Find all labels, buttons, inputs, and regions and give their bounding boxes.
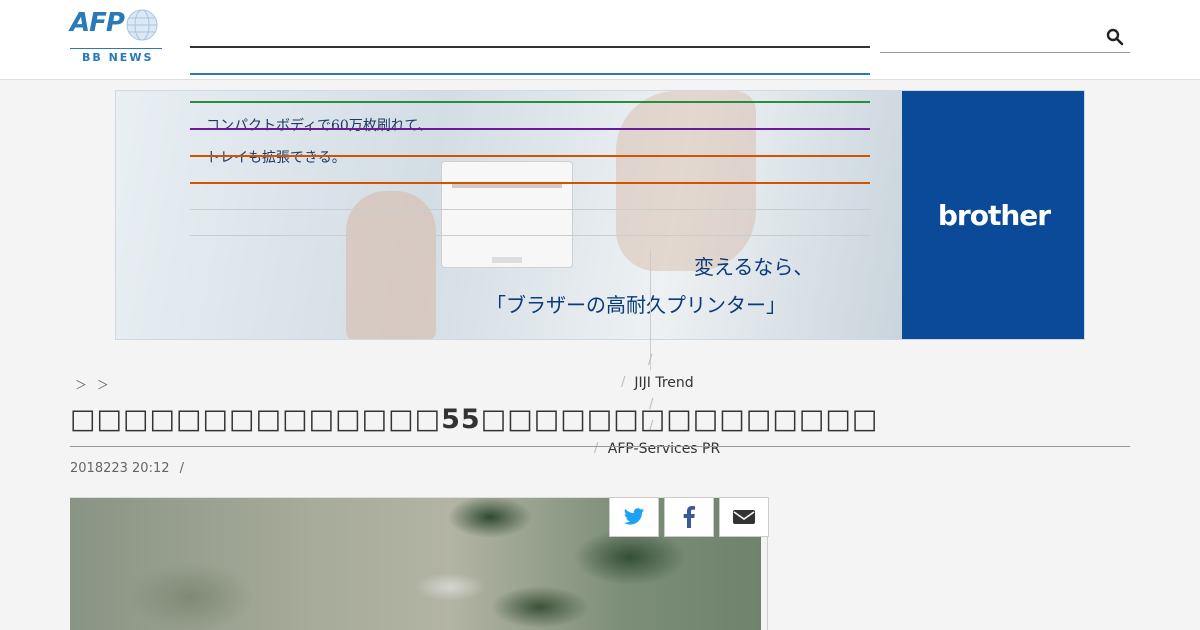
ad-copy-line2: トレイも拡張できる。 <box>206 150 346 166</box>
article-date-sep: / <box>179 461 185 476</box>
ad-printer-image <box>441 161 573 268</box>
menu-line-green <box>190 101 870 103</box>
logo-afp-text: AFP <box>70 8 125 38</box>
menu-item-jiji-trend[interactable]: JIJI Trend <box>559 375 769 391</box>
email-icon <box>733 510 755 524</box>
article-title: □□□□□□□□□□□□□□55□□□□□□□□□□□□□□□ <box>70 404 879 435</box>
menu-line-orange-2 <box>190 182 870 184</box>
brother-logo: brother <box>937 199 1051 232</box>
facebook-icon <box>683 506 695 528</box>
nav-bar-line <box>190 46 870 48</box>
ad-brand-panel: brother <box>902 91 1084 339</box>
ad-hand-left <box>346 191 436 339</box>
ad-copy-line1: コンパクトボディで60万枚刷れて、 <box>206 118 432 134</box>
menu-line-grey-1 <box>190 209 870 210</box>
breadcrumb-sep-2: ＞ <box>96 378 109 392</box>
menu-item-afp-services-pr[interactable]: AFP-Services PR <box>559 441 769 457</box>
breadcrumb: ＞ ＞ <box>75 376 109 393</box>
search-icon[interactable] <box>1106 28 1124 46</box>
menu-vertical-rule <box>650 250 651 370</box>
search-input[interactable] <box>880 22 1104 52</box>
ad-tagline2: 「ブラザーの高耐久プリンター」 <box>486 293 786 317</box>
ad-tagline1: 変えるなら、 <box>694 255 814 279</box>
share-twitter-button[interactable] <box>609 497 659 537</box>
afp-bb-news-logo[interactable]: AFP BB NEWS <box>70 8 165 64</box>
title-divider <box>70 446 1130 447</box>
logo-bb-news-text: BB NEWS <box>82 51 154 64</box>
logo-divider <box>70 48 162 49</box>
ad-hand-right <box>616 91 756 271</box>
article-date: 2018223 20:12 <box>70 461 170 476</box>
share-email-button[interactable] <box>719 497 769 537</box>
share-facebook-button[interactable] <box>664 497 714 537</box>
menu-line-grey-2 <box>190 235 870 236</box>
menu-line-purple <box>190 128 870 130</box>
article-meta: 2018223 20:12 / <box>70 461 184 476</box>
menu-line-orange-1 <box>190 155 870 157</box>
twitter-icon <box>623 508 645 525</box>
breadcrumb-sep-1: ＞ <box>75 378 88 392</box>
search-box[interactable] <box>880 22 1130 53</box>
nav-bar-accent-line <box>190 73 870 75</box>
globe-icon <box>126 9 158 41</box>
menu-slash-1: / <box>648 353 653 368</box>
site-header: AFP BB NEWS <box>0 0 1200 80</box>
